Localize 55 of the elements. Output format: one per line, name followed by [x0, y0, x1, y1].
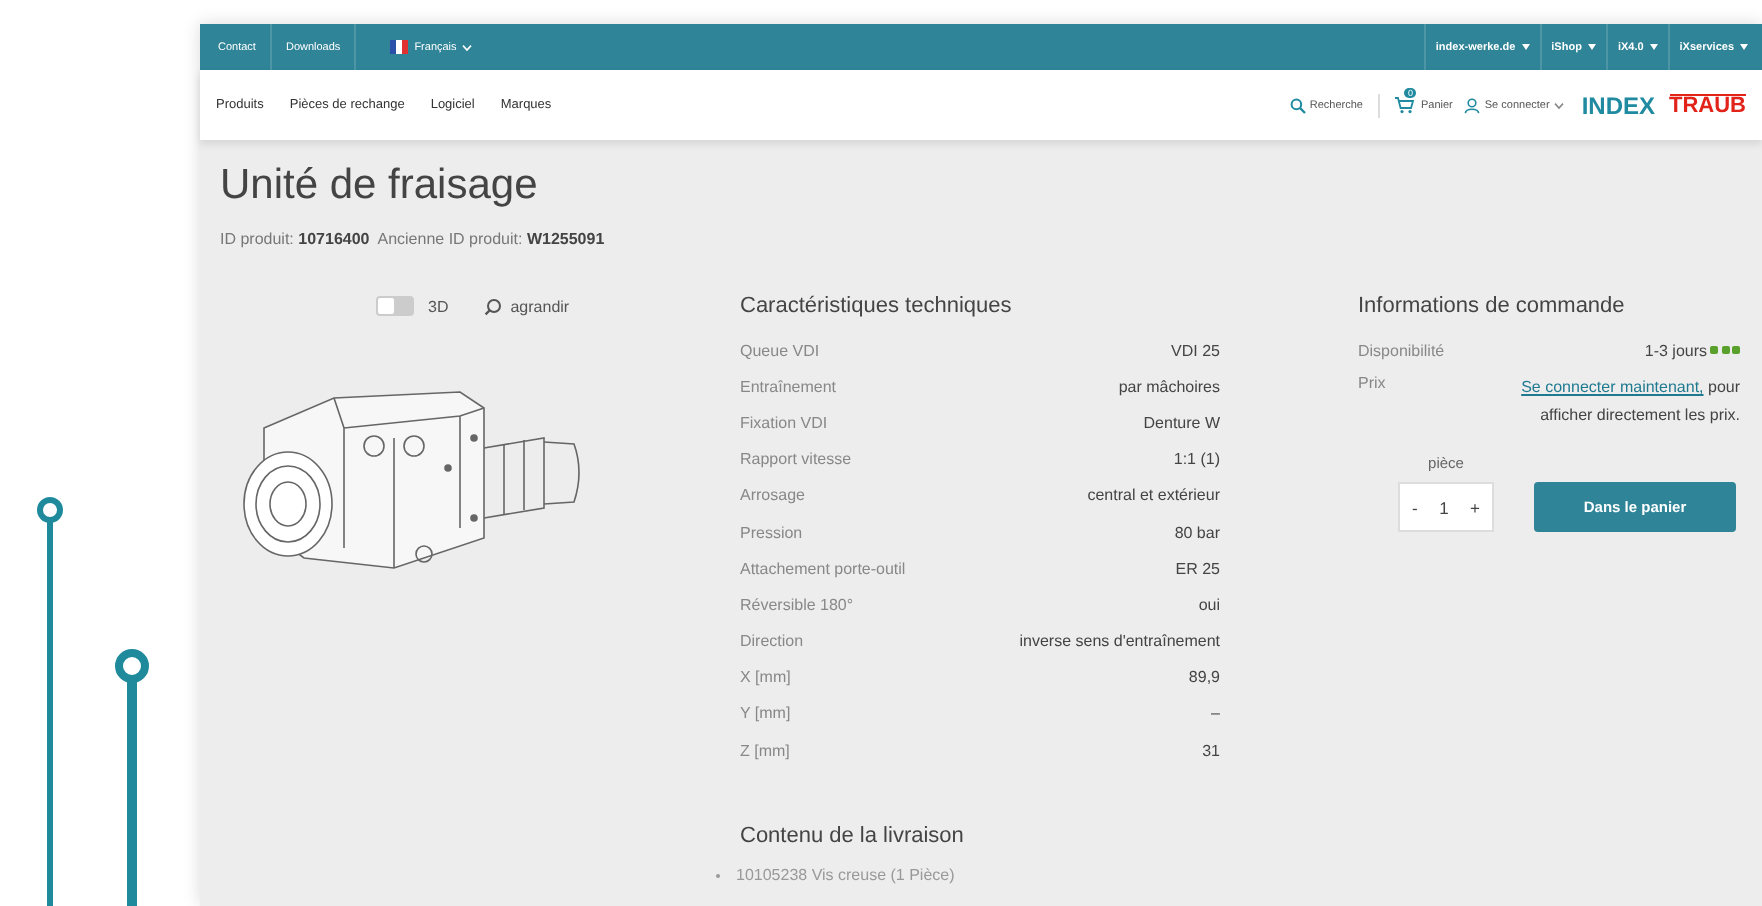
page-title: Unité de fraisage	[220, 160, 540, 212]
price-label: Prix	[1358, 374, 1386, 392]
zoom-icon	[484, 297, 503, 315]
toggle-label: 3D	[428, 297, 449, 315]
brand-logo[interactable]: TRAUB	[1669, 93, 1746, 117]
spec-value: inverse sens d'entraînement	[1019, 632, 1220, 651]
brand-logo[interactable]: INDEX	[1581, 91, 1655, 119]
caret-icon	[1553, 101, 1564, 109]
caret-icon	[462, 43, 473, 51]
spec-value: 80 bar	[1174, 523, 1220, 542]
spec-value: par mâchoires	[1118, 377, 1220, 396]
caret-icon	[1740, 44, 1748, 50]
quantity-stepper[interactable]: - 1 +	[1398, 482, 1494, 532]
login-link[interactable]: Se connecter maintenant,	[1521, 378, 1704, 396]
cart-icon	[1394, 96, 1417, 114]
spec-value: 31	[1202, 741, 1220, 760]
availability-label: Disponibilité	[1358, 341, 1445, 359]
section-heading: Informations de commande	[1358, 292, 1627, 320]
caret-icon	[1521, 44, 1530, 50]
spec-label: Y [mm]	[740, 704, 791, 723]
spec-label: Réversible 180°	[740, 595, 854, 614]
flag-icon	[390, 40, 409, 54]
spec-value: 1:1 (1)	[1173, 450, 1220, 469]
spec-value: 89,9	[1188, 668, 1220, 687]
spec-value: ER 25	[1175, 559, 1220, 578]
spec-label: X [mm]	[740, 668, 791, 687]
spec-value: oui	[1198, 595, 1220, 614]
spec-label: Direction	[740, 632, 804, 651]
availability-value: 1-3 jours	[1644, 341, 1707, 359]
product-id-text: ID produit: 10716400 Ancienne ID produit: W1255091	[220, 228, 607, 252]
search-icon	[1289, 97, 1306, 113]
section-heading: Contenu de la livraison	[740, 822, 966, 851]
spec-label: Attachement porte-outil	[740, 559, 906, 578]
zoom-link[interactable]: agrandir	[484, 297, 570, 315]
section-heading: Caractéristiques techniques	[740, 292, 1014, 320]
price-login-text: Se connecter maintenant, pour afficher directement les prix.	[1519, 376, 1740, 428]
caret-icon	[1649, 44, 1658, 50]
spec-label: Pression	[740, 523, 803, 542]
quantity-value: 1	[1439, 497, 1449, 517]
delivery-item: 10105238 Vis creuse (1 Pièce)	[736, 866, 955, 885]
spec-label: Queue VDI	[740, 341, 820, 360]
spec-label: Z [mm]	[740, 741, 790, 760]
spec-label: Fixation VDI	[740, 413, 828, 432]
increment-button[interactable]: +	[1470, 497, 1480, 517]
spec-value: Denture W	[1143, 413, 1220, 432]
spec-label: Arrosage	[740, 486, 805, 505]
caret-icon	[1587, 44, 1596, 50]
spec-value: –	[1211, 704, 1220, 723]
toggle-switch[interactable]	[376, 296, 414, 316]
spec-label: Rapport vitesse	[740, 450, 852, 469]
user-icon	[1464, 97, 1481, 113]
spec-value: central et extérieur	[1087, 486, 1220, 505]
spec-label: Entraînement	[740, 377, 837, 396]
decrement-button[interactable]: -	[1412, 497, 1418, 517]
spec-value: VDI 25	[1171, 341, 1220, 360]
